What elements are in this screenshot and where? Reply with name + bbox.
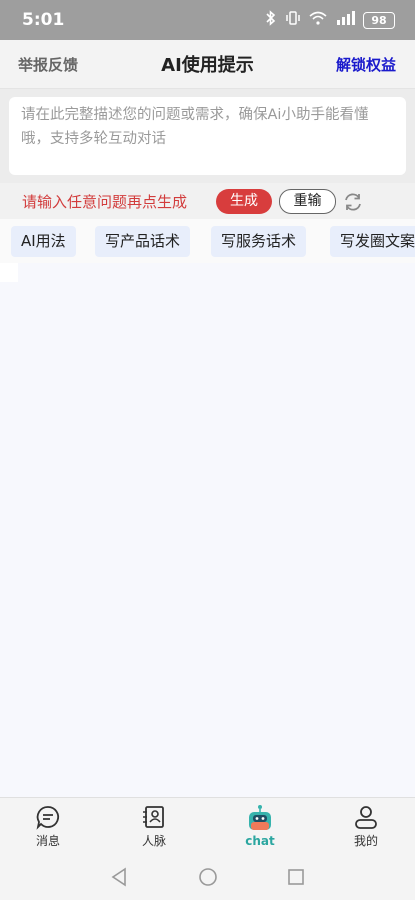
profile-icon bbox=[355, 806, 377, 829]
tab-chat[interactable]: chat bbox=[220, 804, 300, 848]
question-input-area bbox=[0, 89, 415, 183]
contacts-icon bbox=[143, 806, 164, 828]
question-input[interactable] bbox=[9, 97, 406, 175]
tab-messages-label: 消息 bbox=[35, 834, 60, 848]
nav-back-icon[interactable] bbox=[110, 867, 128, 891]
robot-icon bbox=[249, 805, 271, 830]
app-header: 举报反馈 AI使用提示 解锁权益 bbox=[0, 40, 415, 89]
content-corner-block bbox=[0, 263, 18, 282]
message-icon bbox=[36, 806, 60, 830]
wifi-icon bbox=[309, 11, 327, 29]
chip-service-script[interactable]: 写服务话术 bbox=[211, 226, 307, 257]
battery-icon: 98 bbox=[363, 11, 395, 29]
system-nav-bar bbox=[0, 855, 415, 900]
nav-home-icon[interactable] bbox=[198, 867, 218, 891]
action-bar: 请输入任意问题再点生成 生成 重输 bbox=[0, 183, 415, 219]
unlock-benefits-link[interactable]: 解锁权益 bbox=[336, 54, 396, 75]
reset-button[interactable]: 重输 bbox=[279, 189, 336, 214]
signal-icon bbox=[335, 11, 355, 29]
chip-ai-usage[interactable]: AI用法 bbox=[11, 226, 76, 257]
quick-prompt-chips: AI用法 写产品话术 写服务话术 写发圈文案 bbox=[0, 219, 415, 263]
tab-contacts[interactable]: 人脉 bbox=[114, 804, 194, 849]
chat-content-area bbox=[0, 263, 415, 797]
input-hint: 请输入任意问题再点生成 bbox=[22, 193, 188, 211]
chip-product-script[interactable]: 写产品话术 bbox=[95, 226, 191, 257]
nav-recents-icon[interactable] bbox=[287, 867, 305, 891]
status-bar: 5:01 98 bbox=[0, 0, 415, 40]
tab-chat-label: chat bbox=[245, 834, 275, 848]
chip-moments-copy[interactable]: 写发圈文案 bbox=[330, 226, 415, 257]
generate-button[interactable]: 生成 bbox=[216, 189, 272, 214]
tab-profile[interactable]: 我的 bbox=[326, 804, 406, 849]
status-time: 5:01 bbox=[22, 10, 65, 30]
status-icons: 98 bbox=[265, 10, 395, 30]
tab-messages[interactable]: 消息 bbox=[8, 804, 88, 849]
bluetooth-icon bbox=[265, 10, 277, 30]
tab-profile-label: 我的 bbox=[353, 834, 378, 848]
tab-contacts-label: 人脉 bbox=[141, 834, 166, 848]
bottom-tab-bar: 消息 人脉 chat 我的 bbox=[0, 797, 415, 856]
vibrate-icon bbox=[285, 11, 301, 29]
refresh-icon[interactable] bbox=[342, 191, 364, 213]
